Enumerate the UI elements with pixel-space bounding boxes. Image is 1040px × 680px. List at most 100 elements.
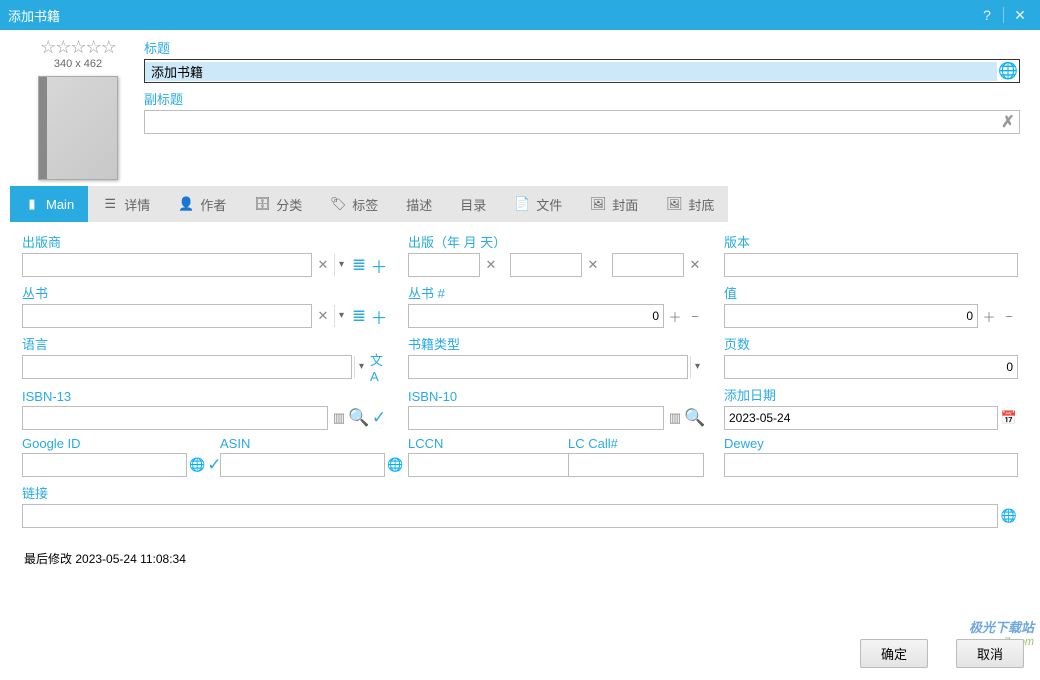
tab-files[interactable]: 📄 文件 <box>500 186 576 222</box>
tag-icon: 🏷 <box>330 196 346 212</box>
seriesno-minus-icon[interactable]: − <box>686 307 704 325</box>
tab-category[interactable]: 🗄 分类 <box>240 186 316 222</box>
tab-desc-label: 描述 <box>406 195 432 214</box>
last-modified: 最后修改 2023-05-24 11:08:34 <box>0 544 1040 573</box>
title-bar: 添加书籍 ? ✕ <box>0 0 1040 30</box>
dewey-input[interactable] <box>724 453 1018 477</box>
tab-tags-label: 标签 <box>352 195 378 214</box>
translate-icon[interactable]: 文A <box>370 358 388 376</box>
adddate-input[interactable] <box>724 406 998 430</box>
watermark-line1: 极光下载站 <box>969 617 1034 636</box>
adddate-label: 添加日期 <box>724 385 1018 404</box>
value-input[interactable] <box>724 304 978 328</box>
list-action-icon[interactable]: ≣ <box>350 256 368 274</box>
main-form: 出版商 ✕ ▾ ≣ ＋ 出版（年 月 天） ✕ ✕ ✕ 版本 <box>0 222 1040 544</box>
title-input[interactable] <box>145 62 997 81</box>
isbn13-search-icon[interactable]: 🔍 <box>350 409 368 427</box>
googleid-label: Google ID <box>22 436 200 451</box>
series-chevron-down-icon[interactable]: ▾ <box>334 305 348 327</box>
dewey-label: Dewey <box>724 436 1018 451</box>
tab-detail-label: 详情 <box>124 195 150 214</box>
isbn10-input[interactable] <box>408 406 664 430</box>
isbn10-label: ISBN-10 <box>408 389 704 404</box>
tab-cover[interactable]: 🖼 封面 <box>576 186 652 222</box>
subtitle-input[interactable] <box>145 113 997 132</box>
image-icon: 🖼 <box>590 196 606 212</box>
lccall-input[interactable] <box>568 453 704 477</box>
language-chevron-icon[interactable]: ▾ <box>354 356 368 378</box>
lastmod-value: 2023-05-24 11:08:34 <box>75 552 186 566</box>
tab-main-label: Main <box>46 197 74 212</box>
tab-main[interactable]: ▮ Main <box>10 186 88 222</box>
pages-input[interactable] <box>724 355 1018 379</box>
asin-input[interactable] <box>220 453 385 477</box>
rating-stars[interactable]: ☆☆☆☆☆ <box>28 38 128 56</box>
isbn13-label: ISBN-13 <box>22 389 388 404</box>
tab-cover-label: 封面 <box>612 195 638 214</box>
plus-icon[interactable]: ＋ <box>370 256 388 274</box>
link-input[interactable] <box>22 504 998 528</box>
tab-tags[interactable]: 🏷 标签 <box>316 186 392 222</box>
tab-author[interactable]: 👤 作者 <box>164 186 240 222</box>
calendar-icon[interactable]: 📅 <box>1000 409 1018 427</box>
cancel-button[interactable]: 取消 <box>956 639 1024 668</box>
ok-button[interactable]: 确定 <box>860 639 928 668</box>
subtitle-input-wrap: ✗ <box>144 110 1020 134</box>
tab-back[interactable]: 🖼 封底 <box>652 186 728 222</box>
titlebar-separator <box>1003 7 1004 23</box>
value-minus-icon[interactable]: − <box>1000 307 1018 325</box>
subtitle-label: 副标题 <box>144 89 1020 108</box>
series-list-icon[interactable]: ≣ <box>350 307 368 325</box>
isbn13-input[interactable] <box>22 406 328 430</box>
tab-fill <box>728 186 1030 222</box>
clear-series-icon[interactable]: ✕ <box>314 307 332 325</box>
asin-globe-icon[interactable]: 🌐 <box>387 456 403 474</box>
barcode-icon[interactable]: ▥ <box>330 409 348 427</box>
tab-category-label: 分类 <box>276 195 302 214</box>
googleid-globe-icon[interactable]: 🌐 <box>189 456 205 474</box>
help-button[interactable]: ? <box>975 7 999 23</box>
close-button[interactable]: ✕ <box>1008 7 1032 24</box>
edition-input[interactable] <box>724 253 1018 277</box>
publisher-label: 出版商 <box>22 232 388 251</box>
pub-year-input[interactable] <box>408 253 480 277</box>
lccn-input[interactable] <box>408 453 573 477</box>
person-icon: 👤 <box>178 196 194 212</box>
tab-detail[interactable]: ☰ 详情 <box>88 186 164 222</box>
cover-preview[interactable] <box>38 76 118 180</box>
isbn13-check-icon[interactable]: ✓ <box>370 409 388 427</box>
booktype-input[interactable] <box>408 355 688 379</box>
googleid-input[interactable] <box>22 453 187 477</box>
value-plus-icon[interactable]: ＋ <box>980 307 998 325</box>
cover-dimensions: 340 x 462 <box>28 58 128 70</box>
list-icon: ☰ <box>102 196 118 212</box>
tab-bar: ▮ Main ☰ 详情 👤 作者 🗄 分类 🏷 标签 描述 目录 📄 文件 🖼 … <box>10 186 1030 222</box>
link-globe-icon[interactable]: 🌐 <box>1000 507 1018 525</box>
subtitle-clear-icon[interactable]: ✗ <box>997 112 1019 132</box>
clear-icon[interactable]: ✕ <box>314 256 332 274</box>
isbn10-search-icon[interactable]: 🔍 <box>686 409 704 427</box>
booktype-chevron-icon[interactable]: ▾ <box>690 356 704 378</box>
language-input[interactable] <box>22 355 352 379</box>
chevron-down-icon[interactable]: ▾ <box>334 254 348 276</box>
tab-toc[interactable]: 目录 <box>446 186 500 222</box>
clear-month-icon[interactable]: ✕ <box>584 256 602 274</box>
pub-day-input[interactable] <box>612 253 684 277</box>
publisher-input[interactable] <box>22 253 312 277</box>
clear-year-icon[interactable]: ✕ <box>482 256 500 274</box>
booktype-label: 书籍类型 <box>408 334 704 353</box>
tab-author-label: 作者 <box>200 195 226 214</box>
seriesno-input[interactable] <box>408 304 664 328</box>
dialog-footer: 确定 取消 <box>860 639 1024 668</box>
isbn10-barcode-icon[interactable]: ▥ <box>666 409 684 427</box>
pubdate-label: 出版（年 月 天） <box>408 232 704 251</box>
pub-month-input[interactable] <box>510 253 582 277</box>
web-search-icon[interactable]: 🌐 <box>997 61 1019 81</box>
seriesno-plus-icon[interactable]: ＋ <box>666 307 684 325</box>
clear-day-icon[interactable]: ✕ <box>686 256 704 274</box>
series-input[interactable] <box>22 304 312 328</box>
drawer-icon: 🗄 <box>254 196 270 212</box>
series-plus-icon[interactable]: ＋ <box>370 307 388 325</box>
tab-desc[interactable]: 描述 <box>392 186 446 222</box>
tab-back-label: 封底 <box>688 195 714 214</box>
